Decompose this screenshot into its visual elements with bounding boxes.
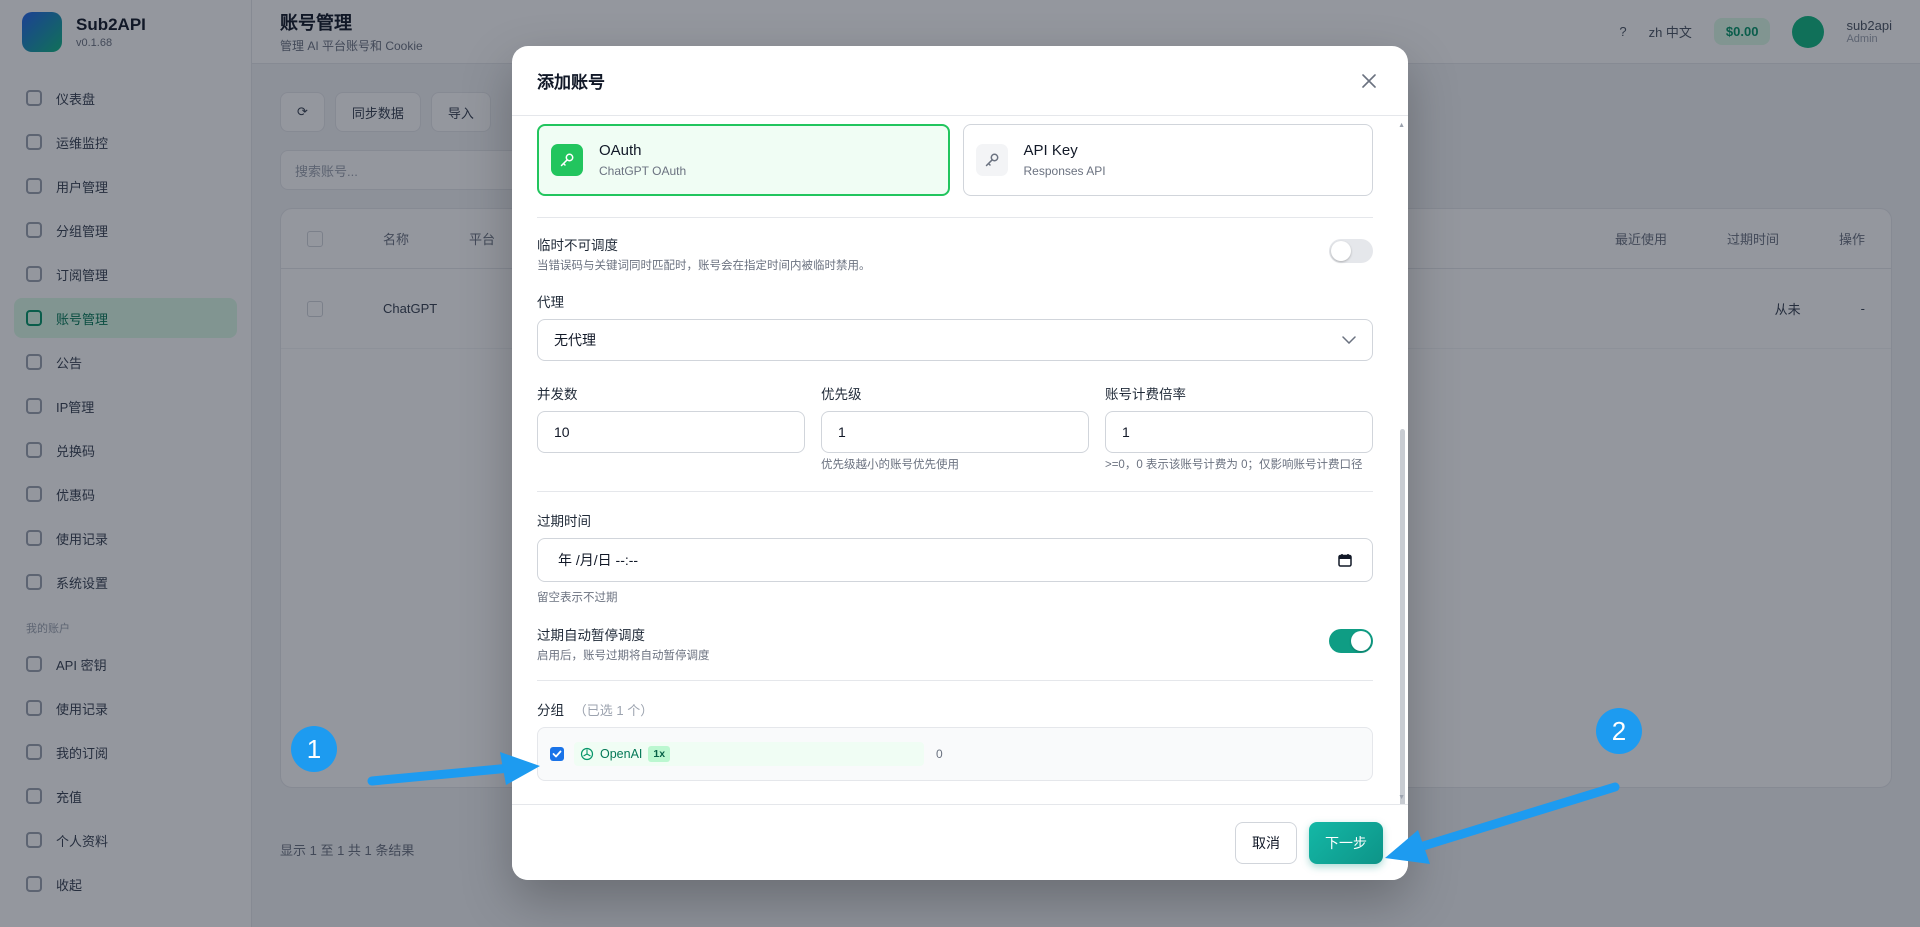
rate-multiplier-input[interactable]: 1 xyxy=(1105,411,1373,454)
auth-type-desc: ChatGPT OAuth xyxy=(599,164,687,178)
concurrency-field: 并发数 10 xyxy=(537,383,805,473)
auto-pause-label: 过期自动暂停调度 xyxy=(537,628,645,644)
modal-scrollbar-thumb[interactable] xyxy=(1400,429,1405,839)
rate-multiplier-hint: >=0，0 表示该账号计费为 0；仅影响账号计费口径 xyxy=(1105,459,1363,472)
add-account-modal: 添加账号 OAuth ChatGPT OAuth API Key Respons… xyxy=(512,46,1408,880)
proxy-select[interactable]: 无代理 xyxy=(537,319,1373,362)
chevron-down-icon xyxy=(1342,336,1356,345)
divider xyxy=(537,217,1373,218)
auto-pause-hint: 启用后，账号过期将自动暂停调度 xyxy=(537,650,710,663)
groups-label: 分组 （已选 1 个） xyxy=(537,703,654,719)
temp-unschedulable-row: 临时不可调度 当错误码与关键词同时匹配时，账号会在指定时间内被临时禁用。 xyxy=(537,234,1373,274)
toggle-knob xyxy=(1331,241,1351,261)
group-chip-openai[interactable]: OpenAI 1x xyxy=(574,742,924,767)
modal-body[interactable]: OAuth ChatGPT OAuth API Key Responses AP… xyxy=(512,117,1408,803)
rate-multiplier-label: 账号计费倍率 xyxy=(1105,387,1186,403)
priority-field: 优先级 1 优先级越小的账号优先使用 xyxy=(821,383,1089,473)
cancel-button[interactable]: 取消 xyxy=(1235,821,1297,864)
concurrency-input[interactable]: 10 xyxy=(537,411,805,454)
group-checkbox-openai[interactable] xyxy=(550,747,564,762)
key-icon xyxy=(551,144,583,176)
key-icon xyxy=(975,144,1008,176)
group-name: OpenAI xyxy=(600,747,643,762)
proxy-value: 无代理 xyxy=(554,332,596,349)
calendar-icon[interactable] xyxy=(1338,553,1352,567)
rate-multiplier-field: 账号计费倍率 1 >=0，0 表示该账号计费为 0；仅影响账号计费口径 xyxy=(1105,383,1373,473)
priority-hint: 优先级越小的账号优先使用 xyxy=(821,459,959,472)
annotation-badge-1: 1 xyxy=(291,726,337,772)
proxy-field: 代理 无代理 xyxy=(537,291,1373,362)
group-account-count: 0 xyxy=(936,747,943,762)
proxy-label: 代理 xyxy=(537,295,564,311)
annotation-badge-2: 2 xyxy=(1596,708,1642,754)
auto-pause-toggle[interactable] xyxy=(1329,629,1373,654)
auth-type-name: API Key xyxy=(1023,142,1078,159)
check-icon xyxy=(552,750,562,758)
priority-input[interactable]: 1 xyxy=(821,411,1089,454)
expiry-field: 过期时间 年 /月/日 --:-- 留空表示不过期 xyxy=(537,510,1373,606)
numeric-fields: 并发数 10 优先级 1 优先级越小的账号优先使用 账号计费倍率 1 >=0，0… xyxy=(537,383,1373,473)
toggle-knob xyxy=(1351,631,1371,652)
close-button[interactable] xyxy=(1355,67,1383,95)
close-icon xyxy=(1362,73,1376,88)
temp-unschedulable-toggle[interactable] xyxy=(1329,239,1373,263)
concurrency-label: 并发数 xyxy=(537,387,578,403)
group-rate-badge: 1x xyxy=(648,746,671,763)
scroll-down-arrow[interactable]: ▼ xyxy=(1398,794,1405,801)
auth-type-selector: OAuth ChatGPT OAuth API Key Responses AP… xyxy=(537,124,1373,196)
modal-header: 添加账号 xyxy=(512,46,1408,116)
auth-type-name: OAuth xyxy=(599,142,642,159)
modal-title: 添加账号 xyxy=(537,73,605,92)
temp-unschedulable-hint: 当错误码与关键词同时匹配时，账号会在指定时间内被临时禁用。 xyxy=(537,260,871,272)
groups-field: 分组 （已选 1 个） OpenAI 1x 0 xyxy=(537,699,1373,782)
auto-pause-row: 过期自动暂停调度 启用后，账号过期将自动暂停调度 xyxy=(537,624,1373,664)
auth-type-desc: Responses API xyxy=(1023,164,1106,178)
modal-footer: 取消 下一步 xyxy=(512,804,1408,880)
expiry-date-input[interactable]: 年 /月/日 --:-- xyxy=(537,538,1373,583)
openai-icon xyxy=(580,748,594,761)
expiry-placeholder: 年 /月/日 --:-- xyxy=(558,552,639,569)
divider xyxy=(537,680,1373,682)
priority-label: 优先级 xyxy=(821,387,862,403)
temp-unschedulable-label: 临时不可调度 xyxy=(537,238,618,253)
expiry-hint: 留空表示不过期 xyxy=(537,592,618,605)
auth-type-oauth[interactable]: OAuth ChatGPT OAuth xyxy=(537,124,950,196)
next-step-button[interactable]: 下一步 xyxy=(1309,821,1383,864)
expiry-label: 过期时间 xyxy=(537,514,591,530)
scroll-up-arrow[interactable]: ▲ xyxy=(1398,122,1405,129)
groups-selected-count: （已选 1 个） xyxy=(573,703,654,719)
group-list: OpenAI 1x 0 xyxy=(537,727,1373,782)
auth-type-api-key[interactable]: API Key Responses API xyxy=(962,124,1373,196)
divider xyxy=(537,491,1373,493)
